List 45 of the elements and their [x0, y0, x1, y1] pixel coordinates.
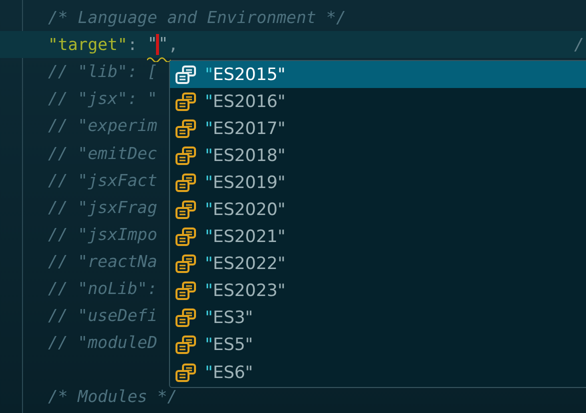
field-icon [175, 172, 197, 193]
suggestion-item[interactable]: "ES2020" [170, 196, 586, 224]
code-comment: // "jsxFrag [48, 198, 158, 217]
suggestion-item[interactable]: "ES6" [170, 359, 586, 386]
string-quote: " [158, 34, 168, 54]
property-key: "target" [48, 35, 128, 54]
text-cursor [156, 34, 160, 56]
code-comment: // "jsxImpo [48, 224, 158, 244]
field-icon [175, 200, 197, 220]
suggestion-item[interactable]: "ES2023" [170, 278, 586, 305]
code-comment: // "lib": [ [48, 62, 158, 82]
code-comment: // "emitDec [48, 144, 158, 163]
field-icon [175, 254, 197, 274]
field-icon [175, 308, 197, 328]
code-comment: // "jsxFact [48, 170, 158, 190]
code-comment: // "moduleD [48, 333, 158, 352]
suggestion-item[interactable]: "ES2016" [170, 88, 586, 116]
field-icon [175, 281, 197, 302]
code-comment: // "experim [48, 116, 158, 136]
field-icon [175, 362, 197, 383]
suggestion-item[interactable]: "ES2022" [170, 250, 586, 278]
code-comment: / [574, 35, 584, 54]
field-icon [175, 227, 197, 248]
suggestion-item[interactable]: "ES2017" [170, 115, 586, 142]
suggestion-item[interactable]: "ES2019" [170, 169, 586, 196]
string-quote: " [147, 34, 158, 54]
field-icon [175, 64, 197, 85]
warning-squiggle [147, 56, 172, 62]
field-icon [175, 92, 197, 112]
field-icon [175, 118, 197, 139]
colon: : [127, 35, 138, 54]
suggestion-item[interactable]: "ES5" [170, 332, 586, 360]
code-comment: /* Language and Environment */ [48, 8, 346, 28]
comma: , [168, 35, 178, 54]
code-comment: // "noLib": [48, 278, 158, 298]
code-comment: // "jsx": " [48, 89, 158, 108]
suggestion-item[interactable]: "ES3" [170, 304, 586, 332]
code-comment: /* Modules */ [48, 387, 178, 406]
suggestion-item[interactable]: "ES2015" [170, 61, 586, 88]
field-icon [175, 146, 197, 166]
code-comment: // "useDefi [48, 306, 158, 326]
suggestion-item[interactable]: "ES2021" [170, 224, 586, 251]
field-icon [175, 335, 197, 356]
suggestion-item[interactable]: "ES2018" [170, 142, 586, 170]
code-comment: // "reactNa [48, 252, 158, 271]
